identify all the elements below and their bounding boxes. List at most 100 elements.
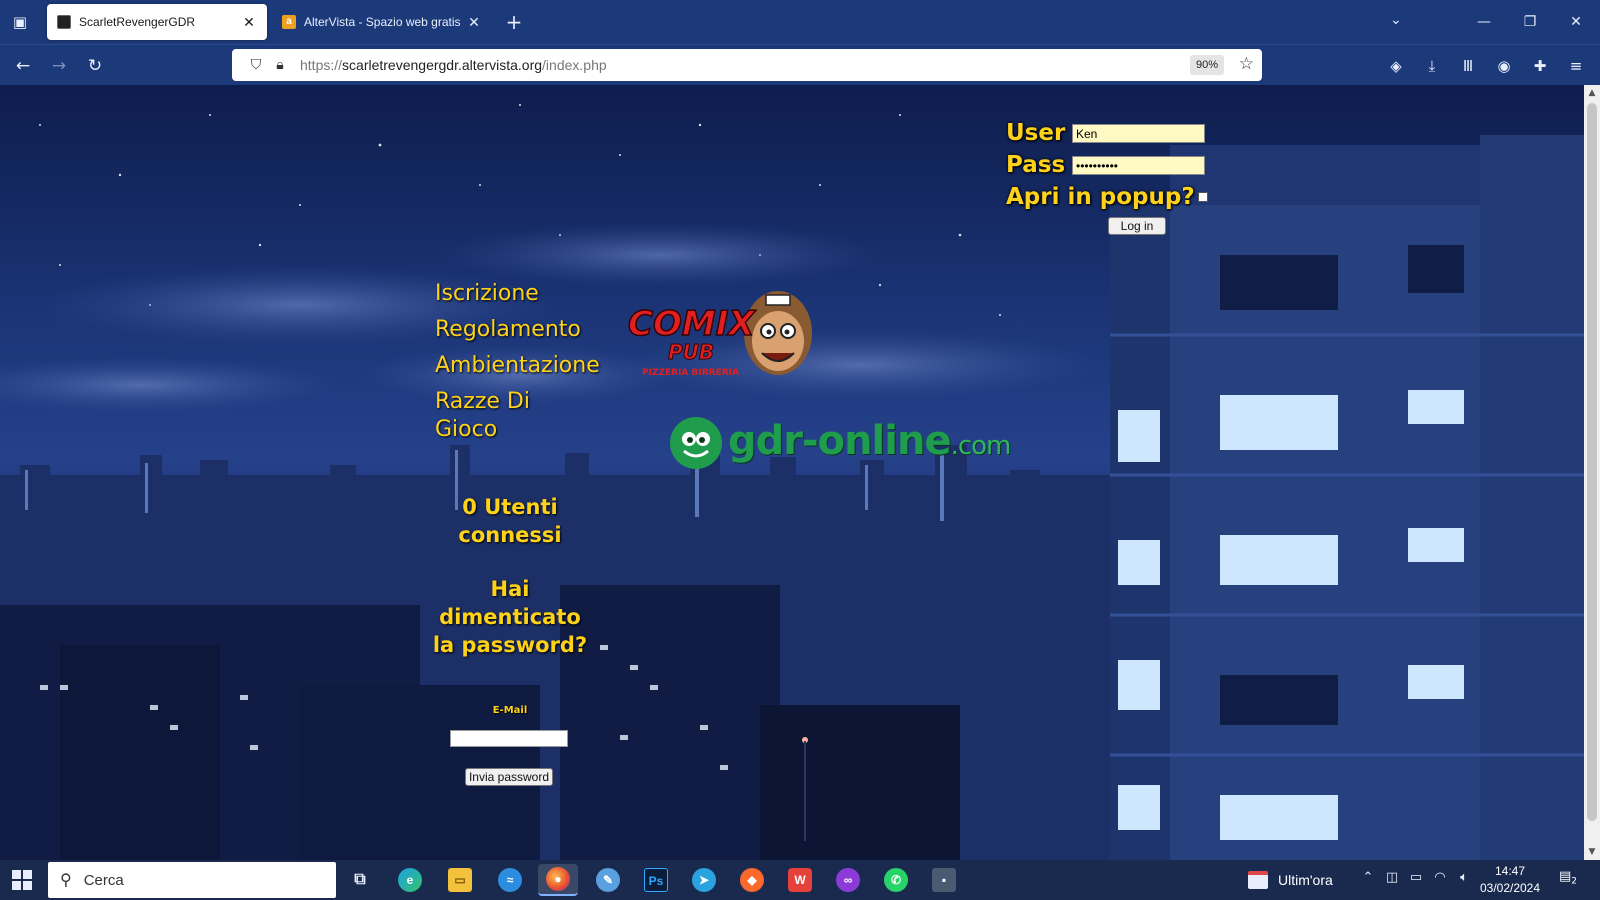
clock-time: 14:47 bbox=[1494, 864, 1526, 878]
tab-scarletrevenger[interactable]: ScarletRevengerGDR ✕ bbox=[47, 4, 267, 40]
wifi-icon[interactable]: ◠ bbox=[1429, 870, 1451, 885]
gdr-online-banner[interactable]: gdr-online.com bbox=[668, 415, 1011, 471]
scroll-up-arrow-icon[interactable]: ▲ bbox=[1584, 85, 1600, 101]
whatsapp-icon[interactable]: ✆ bbox=[876, 864, 916, 896]
windows-taskbar: ⚲ Cerca ⧉ e ▭ ≈ ● ✎ Ps ➤ ◆ W ∞ ✆ ▪ Ultim… bbox=[0, 860, 1600, 900]
close-tab-icon[interactable]: ✕ bbox=[241, 14, 257, 31]
clock-date: 03/02/2024 bbox=[1479, 881, 1541, 895]
popup-checkbox[interactable] bbox=[1198, 192, 1208, 202]
page-scrollbar[interactable]: ▲ ▼ bbox=[1584, 85, 1600, 860]
zoom-level-badge[interactable]: 90% bbox=[1190, 55, 1224, 75]
user-label: User bbox=[1006, 120, 1066, 146]
battery-icon[interactable]: ▭ bbox=[1405, 870, 1427, 885]
firefox-icon[interactable]: ● bbox=[538, 864, 578, 896]
windows-start-icon[interactable] bbox=[12, 870, 32, 890]
comix-pub-banner[interactable]: COMIX PUB PIZZERIA BIRRERIA bbox=[627, 283, 820, 383]
app-paint-icon[interactable]: ✎ bbox=[588, 864, 628, 896]
site-favicon-icon bbox=[57, 15, 71, 29]
url-text[interactable]: https://scarletrevengergdr.altervista.or… bbox=[300, 57, 1262, 73]
pass-row: Pass bbox=[1006, 151, 1065, 179]
comix-pub-logo: COMIX PUB PIZZERIA BIRRERIA bbox=[627, 291, 812, 378]
gdr-online-suffix: .com bbox=[950, 431, 1012, 461]
pass-label: Pass bbox=[1006, 152, 1066, 178]
meet-now-icon[interactable]: ◫ bbox=[1381, 870, 1403, 885]
news-label: Ultim'ora bbox=[1278, 872, 1333, 888]
tab-overview-icon[interactable]: ▣ bbox=[8, 11, 32, 33]
news-widget[interactable]: Ultim'ora bbox=[1248, 866, 1333, 894]
tab-altervista[interactable]: a AlterVista - Spazio web gratis ✕ bbox=[272, 4, 492, 40]
downloads-icon[interactable]: ⤓ bbox=[1420, 54, 1444, 78]
gdr-online-logo-text: gdr-online.com bbox=[728, 415, 1012, 472]
hamburger-menu-icon[interactable]: ≡ bbox=[1564, 54, 1588, 78]
menu-item-razze-di-gioco[interactable]: Razze Di Gioco bbox=[435, 388, 565, 444]
minimize-icon[interactable]: — bbox=[1464, 8, 1504, 36]
search-placeholder: Cerca bbox=[83, 871, 124, 889]
scroll-down-arrow-icon[interactable]: ▼ bbox=[1584, 844, 1600, 860]
gdr-online-main: gdr-online bbox=[728, 418, 952, 464]
url-host: scarletrevengergdr.altervista.org bbox=[342, 57, 543, 73]
edge-icon[interactable]: e bbox=[390, 864, 430, 896]
restore-icon[interactable]: ❐ bbox=[1510, 8, 1550, 36]
login-button[interactable]: Log in bbox=[1108, 217, 1166, 235]
tab-label: ScarletRevengerGDR bbox=[79, 15, 196, 29]
photoshop-icon[interactable]: Ps bbox=[636, 864, 676, 896]
account-icon[interactable]: ◉ bbox=[1492, 54, 1516, 78]
tab-label: AlterVista - Spazio web gratis bbox=[304, 15, 461, 29]
recovery-email-input[interactable] bbox=[450, 730, 568, 747]
user-row: User bbox=[1006, 119, 1065, 147]
close-tab-icon[interactable]: ✕ bbox=[466, 14, 482, 31]
wps-office-icon[interactable]: W bbox=[780, 864, 820, 896]
altervista-favicon-icon: a bbox=[282, 15, 296, 29]
address-bar[interactable]: ⛉ 🔒︎ https://scarletrevengergdr.altervis… bbox=[232, 49, 1262, 81]
password-input[interactable] bbox=[1072, 156, 1205, 175]
new-tab-plus-icon[interactable]: + bbox=[502, 10, 526, 34]
city-skyline-illustration bbox=[0, 135, 1584, 860]
comix-logo-tag: PIZZERIA BIRRERIA bbox=[642, 368, 739, 378]
gdr-online-smiley-icon bbox=[670, 417, 722, 469]
search-icon: ⚲ bbox=[60, 872, 72, 889]
extensions-icon[interactable]: ✚ bbox=[1528, 54, 1552, 78]
comix-logo-pub: PUB bbox=[668, 340, 714, 364]
url-protocol: https:// bbox=[300, 57, 343, 73]
comix-logo-text: COMIX bbox=[628, 304, 756, 344]
shield-icon[interactable]: ⛉ bbox=[244, 57, 268, 73]
library-icon[interactable]: Ⅲ bbox=[1456, 54, 1480, 78]
scrollbar-thumb[interactable] bbox=[1587, 103, 1597, 821]
file-explorer-icon[interactable]: ▭ bbox=[440, 864, 480, 896]
app-blue-icon[interactable]: ≈ bbox=[490, 864, 530, 896]
send-password-button[interactable]: Invia password bbox=[465, 768, 553, 786]
forward-arrow-icon[interactable]: → bbox=[46, 53, 72, 79]
app-purple-icon[interactable]: ∞ bbox=[828, 864, 868, 896]
show-hidden-icons-chevron-icon[interactable]: ⌃ bbox=[1357, 870, 1379, 885]
brave-icon[interactable]: ◆ bbox=[732, 864, 772, 896]
menu-item-iscrizione[interactable]: Iscrizione bbox=[435, 280, 615, 308]
email-label: E-Mail bbox=[492, 705, 528, 716]
app-misc-icon[interactable]: ▪ bbox=[924, 864, 964, 896]
list-all-tabs-chevron-icon[interactable]: ⌄ bbox=[1390, 12, 1402, 28]
url-path: /index.php bbox=[542, 57, 607, 73]
notification-center-icon[interactable]: ▤2 bbox=[1556, 869, 1580, 891]
reload-icon[interactable]: ↻ bbox=[82, 53, 108, 79]
taskbar-clock[interactable]: 14:47 03/02/2024 bbox=[1478, 863, 1542, 897]
telegram-icon[interactable]: ➤ bbox=[684, 864, 724, 896]
menu-item-regolamento[interactable]: Regolamento bbox=[435, 316, 615, 344]
forgot-password-title: Hai dimenticato la password? bbox=[432, 577, 588, 657]
bookmark-star-icon[interactable]: ☆ bbox=[1239, 54, 1254, 74]
popup-label: Apri in popup? bbox=[1006, 184, 1195, 210]
lock-icon[interactable]: 🔒︎ bbox=[268, 57, 292, 73]
menu-item-ambientazione[interactable]: Ambientazione bbox=[435, 352, 615, 380]
task-view-icon[interactable]: ⧉ bbox=[340, 864, 380, 896]
volume-icon[interactable]: 🔈︎ bbox=[1453, 870, 1475, 885]
pocket-icon[interactable]: ◈ bbox=[1384, 54, 1408, 78]
navigation-bar: ← → ↻ ⛉ 🔒︎ https://scarletrevengergdr.al… bbox=[0, 44, 1600, 85]
tab-bar: ▣ ScarletRevengerGDR ✕ a AlterVista - Sp… bbox=[0, 0, 1600, 44]
users-online-count: 0 Utenti connessi bbox=[458, 495, 562, 547]
taskbar-search-box[interactable]: ⚲ Cerca bbox=[48, 862, 336, 898]
main-menu: Iscrizione Regolamento Ambientazione Raz… bbox=[435, 280, 615, 452]
username-input[interactable] bbox=[1072, 124, 1205, 143]
close-window-icon[interactable]: ✕ bbox=[1556, 8, 1596, 36]
back-arrow-icon[interactable]: ← bbox=[10, 53, 36, 79]
popup-row: Apri in popup? bbox=[1006, 183, 1195, 211]
notification-count: 2 bbox=[1571, 876, 1578, 887]
news-icon bbox=[1248, 871, 1268, 889]
